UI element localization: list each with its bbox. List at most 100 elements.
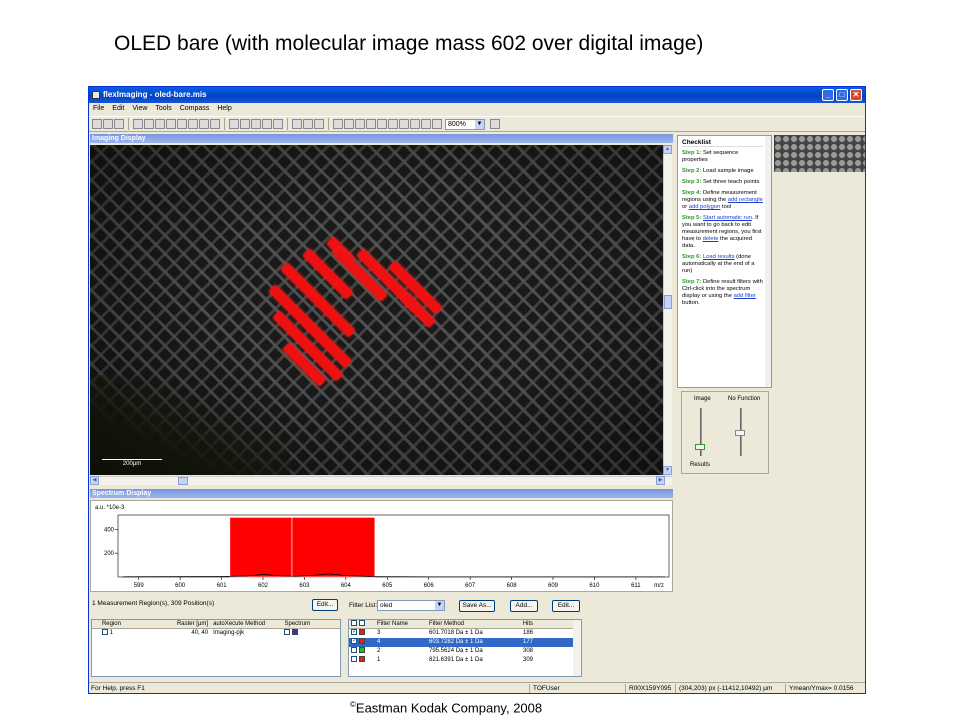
scroll-left-icon[interactable]: ◀: [90, 476, 99, 485]
zoom-icon[interactable]: [432, 119, 442, 129]
filters-scrollbar[interactable]: [573, 620, 581, 676]
col-region[interactable]: Region: [100, 620, 160, 628]
menu-file[interactable]: File: [93, 103, 104, 115]
scroll-down-icon[interactable]: ▼: [663, 466, 672, 475]
rectangle-icon[interactable]: [229, 119, 239, 129]
measure-icon[interactable]: [262, 119, 272, 129]
no-function-slider-knob[interactable]: [735, 430, 745, 436]
run-icon[interactable]: [303, 119, 313, 129]
stop-icon[interactable]: [314, 119, 324, 129]
imaging-vertical-scrollbar[interactable]: ▲ ▼: [663, 145, 672, 475]
pan-icon[interactable]: [421, 119, 431, 129]
filter-color-swatch[interactable]: [358, 638, 365, 644]
redo-icon[interactable]: [177, 119, 187, 129]
maximize-button[interactable]: □: [836, 89, 848, 101]
filter-color-swatch[interactable]: [358, 647, 365, 653]
toolbar-separator: [128, 118, 129, 130]
start-automatic-run-link[interactable]: Start automatic run: [703, 215, 752, 221]
col-method[interactable]: autoXecute Method: [211, 620, 282, 628]
menu-help[interactable]: Help: [217, 103, 231, 115]
checklist-scrollbar[interactable]: [765, 136, 771, 387]
col-hits[interactable]: Hits: [507, 620, 547, 628]
header-checkbox[interactable]: [351, 620, 357, 626]
table-row[interactable]: ✓ 3 601.7018 Da ± 1 Da 186: [349, 629, 581, 638]
scroll-thumb[interactable]: [664, 295, 672, 309]
filter-method-cell: 601.7018 Da ± 1 Da: [429, 630, 483, 636]
menu-view[interactable]: View: [132, 103, 147, 115]
menu-tools[interactable]: Tools: [155, 103, 171, 115]
region-checkbox[interactable]: [101, 629, 108, 635]
edit-region-button[interactable]: Edit...: [312, 599, 338, 611]
save-icon[interactable]: [114, 119, 124, 129]
add-polygon-link[interactable]: add polygon: [689, 204, 721, 210]
image-slider-knob[interactable]: [695, 444, 705, 450]
filter-list-value: oled: [380, 602, 393, 609]
export-icon[interactable]: [155, 119, 165, 129]
add-rectangle-link[interactable]: add rectangle: [728, 197, 763, 203]
col-raster[interactable]: Raster [µm]: [159, 620, 211, 628]
filter-checkbox[interactable]: [351, 647, 357, 653]
overlay-icon[interactable]: [344, 119, 354, 129]
delete-link[interactable]: delete: [703, 236, 719, 242]
pointer-icon[interactable]: [377, 119, 387, 129]
col-filter-name[interactable]: Filter Name: [375, 620, 427, 628]
undo-icon[interactable]: [166, 119, 176, 129]
move-icon[interactable]: [210, 119, 220, 129]
polygon-icon[interactable]: [240, 119, 250, 129]
table-row[interactable]: 1 40, 40 Imaging-pjk: [92, 629, 340, 638]
add-filter-link[interactable]: add filter: [734, 293, 756, 299]
new-icon[interactable]: [92, 119, 102, 129]
filter-checkbox[interactable]: [351, 656, 357, 662]
table-row[interactable]: 1 821.6391 Da ± 1 Da 309: [349, 656, 581, 665]
table-row[interactable]: ✓ 4 603.7282 Da ± 1 Da 177: [349, 638, 581, 647]
imaging-display[interactable]: 200µm: [90, 145, 663, 475]
contrast-icon[interactable]: [399, 119, 409, 129]
help-icon[interactable]: [490, 119, 500, 129]
col-spectrum[interactable]: Spectrum: [282, 620, 340, 628]
sequence-icon[interactable]: [292, 119, 302, 129]
minimize-button[interactable]: _: [822, 89, 834, 101]
cross-icon[interactable]: [199, 119, 209, 129]
scroll-thumb[interactable]: [178, 477, 188, 485]
scroll-right-icon[interactable]: ▶: [656, 476, 665, 485]
filter-icon[interactable]: [366, 119, 376, 129]
filter-color-swatch[interactable]: [358, 656, 365, 662]
spectrum-display[interactable]: a.u. *10e-3 200 400 599 600 601 602 603 604 605 60…: [90, 500, 673, 592]
filter-list-select[interactable]: oled ▼: [377, 600, 445, 611]
light-icon[interactable]: [410, 119, 420, 129]
spectrum-icon[interactable]: [333, 119, 343, 129]
teach-icon[interactable]: [273, 119, 283, 129]
regions-table-header: Region Raster [µm] autoXecute Method Spe…: [92, 620, 340, 629]
layer-icon[interactable]: [355, 119, 365, 129]
add-filter-button[interactable]: Add...: [510, 600, 538, 612]
menu-compass[interactable]: Compass: [180, 103, 210, 115]
filter-checkbox[interactable]: ✓: [351, 629, 357, 635]
copy-icon[interactable]: [133, 119, 143, 129]
spectrum-color-swatch[interactable]: [292, 629, 299, 635]
menu-edit[interactable]: Edit: [112, 103, 124, 115]
x-tick-label: 605: [382, 583, 393, 589]
filter-checkbox[interactable]: ✓: [351, 638, 357, 644]
checklist-title: Checklist: [682, 139, 763, 147]
filter-color-swatch[interactable]: [358, 629, 365, 635]
point-icon[interactable]: [188, 119, 198, 129]
load-results-link[interactable]: Load results: [703, 254, 735, 260]
spectrum-checkbox[interactable]: [284, 629, 291, 635]
select-icon[interactable]: [251, 119, 261, 129]
save-as-button[interactable]: Save As...: [459, 600, 495, 612]
edit-filter-button[interactable]: Edit...: [552, 600, 580, 612]
zoom-select[interactable]: 800% ▼: [445, 118, 485, 130]
open-icon[interactable]: [103, 119, 113, 129]
scroll-up-icon[interactable]: ▲: [663, 145, 672, 154]
title-bar[interactable]: flexImaging - oled-bare.mis _ □ ✕: [89, 87, 865, 103]
print-icon[interactable]: [144, 119, 154, 129]
overview-thumbnail[interactable]: [774, 135, 865, 172]
close-button[interactable]: ✕: [850, 89, 862, 101]
filters-table: Filter Name Filter Method Hits ✓ 3 601.70…: [348, 619, 582, 677]
table-row[interactable]: 2 795.5624 Da ± 1 Da 308: [349, 647, 581, 656]
col-filter-method[interactable]: Filter Method: [427, 620, 507, 628]
spectrum-ylabel: a.u. *10e-3: [95, 505, 125, 511]
color-icon[interactable]: [388, 119, 398, 129]
flex-imaging-window: flexImaging - oled-bare.mis _ □ ✕ File E…: [88, 86, 866, 694]
imaging-horizontal-scrollbar[interactable]: ◀ ▶: [90, 476, 672, 485]
